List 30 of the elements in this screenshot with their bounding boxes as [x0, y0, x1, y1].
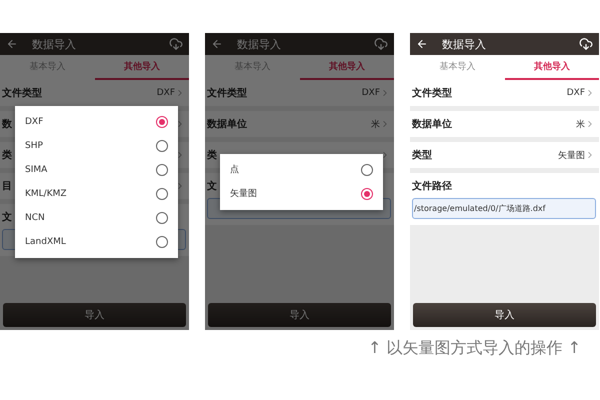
row-value: 米 [576, 118, 585, 130]
option-label: NCN [25, 212, 45, 222]
screen-title: 数据导入 [442, 36, 487, 52]
row-label: 目 [2, 180, 12, 193]
option-label: 矢量图 [230, 188, 257, 200]
row-value: 米 [371, 118, 380, 130]
row-label: 数 [2, 118, 12, 131]
row-value: DXF [156, 88, 175, 98]
option-label: LandXML [25, 236, 66, 246]
row-label: 类 [2, 148, 12, 162]
screen-title: 数据导入 [32, 36, 77, 52]
option-label: SHP [25, 140, 43, 150]
row-label: 文 [207, 180, 217, 193]
row-label: 文 [2, 210, 12, 224]
row-label: 类 [207, 148, 217, 162]
row-label: 类型 [412, 148, 432, 162]
row-value: DXF [362, 88, 380, 98]
option-label: DXF [25, 116, 44, 126]
row-label: 文件类型 [412, 86, 452, 100]
row-value: 矢量图 [558, 150, 585, 162]
row-label: 文件类型 [2, 86, 42, 100]
option-label: KML/KMZ [25, 188, 67, 198]
row-label: 文件类型 [207, 86, 247, 100]
row-label: 数据单位 [412, 118, 452, 131]
row-label: 文件路径 [412, 180, 452, 193]
caption: ↑ 以矢量图方式导入的操作 ↑ [367, 337, 582, 359]
row-label: 数据单位 [207, 118, 247, 131]
option-label: SIMA [25, 164, 48, 174]
row-value: DXF [566, 88, 585, 98]
screen-title: 数据导入 [237, 36, 282, 52]
